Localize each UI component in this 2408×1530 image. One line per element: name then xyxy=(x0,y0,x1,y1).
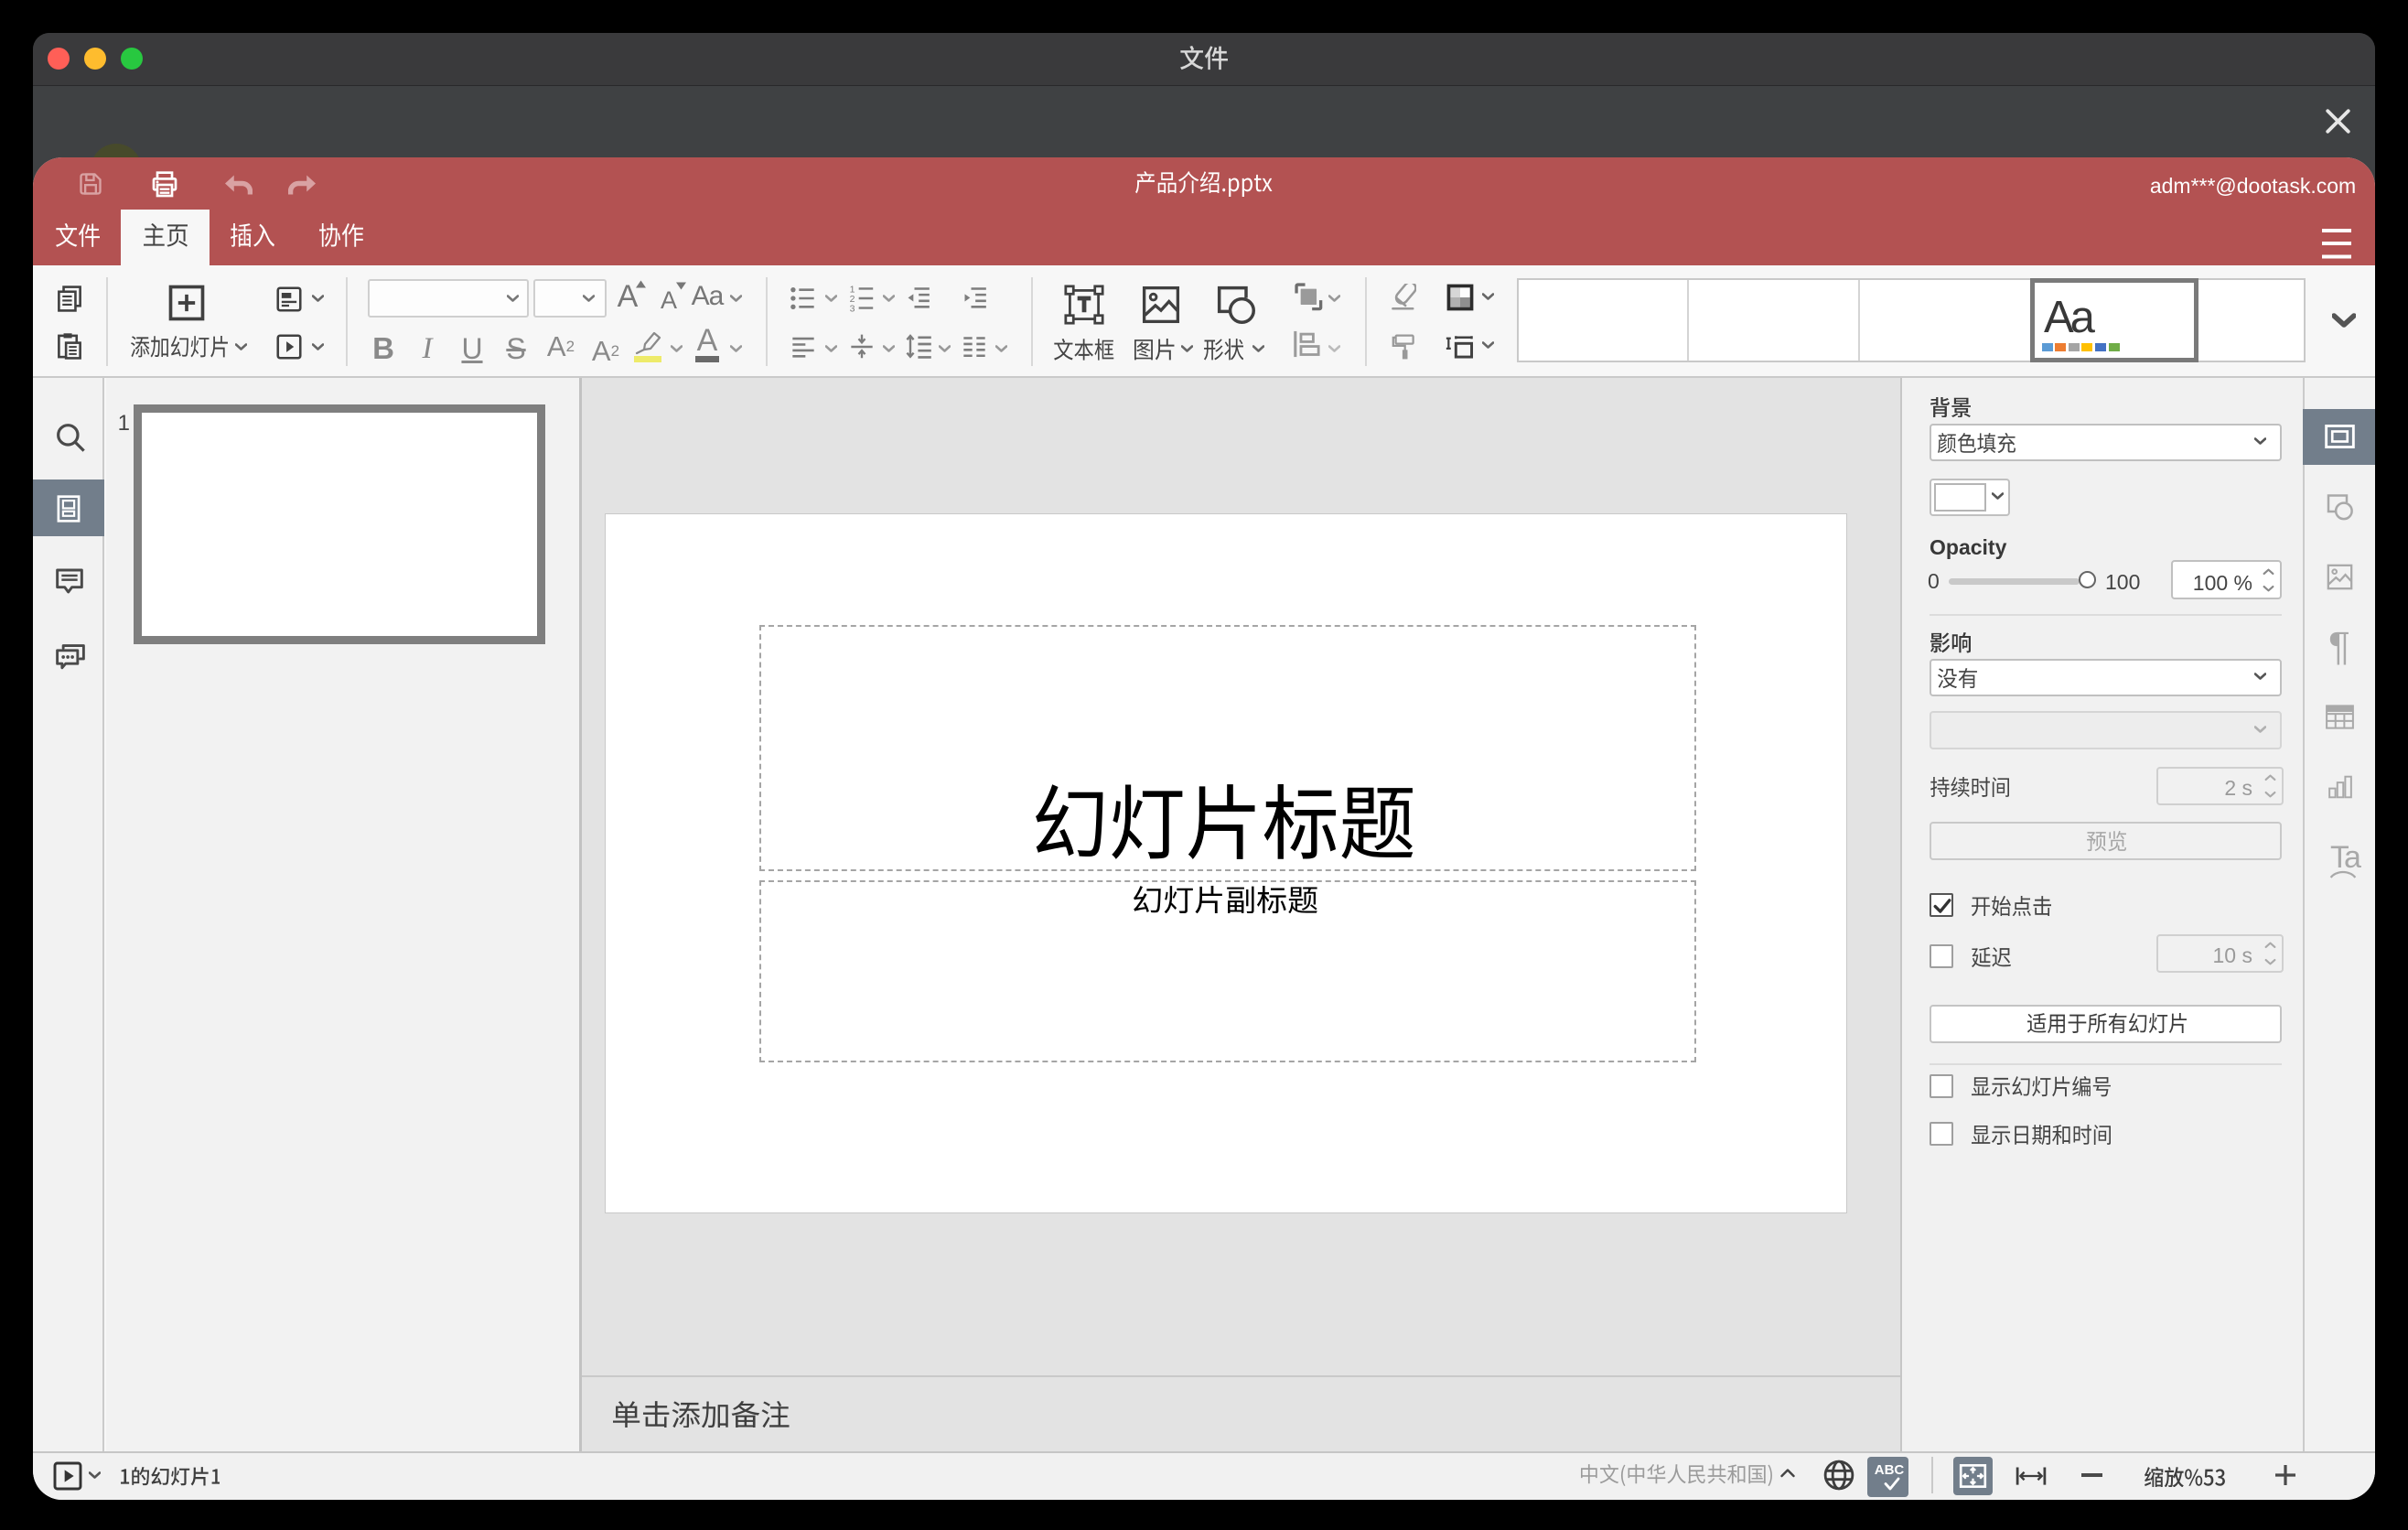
svg-text:3: 3 xyxy=(850,303,855,312)
